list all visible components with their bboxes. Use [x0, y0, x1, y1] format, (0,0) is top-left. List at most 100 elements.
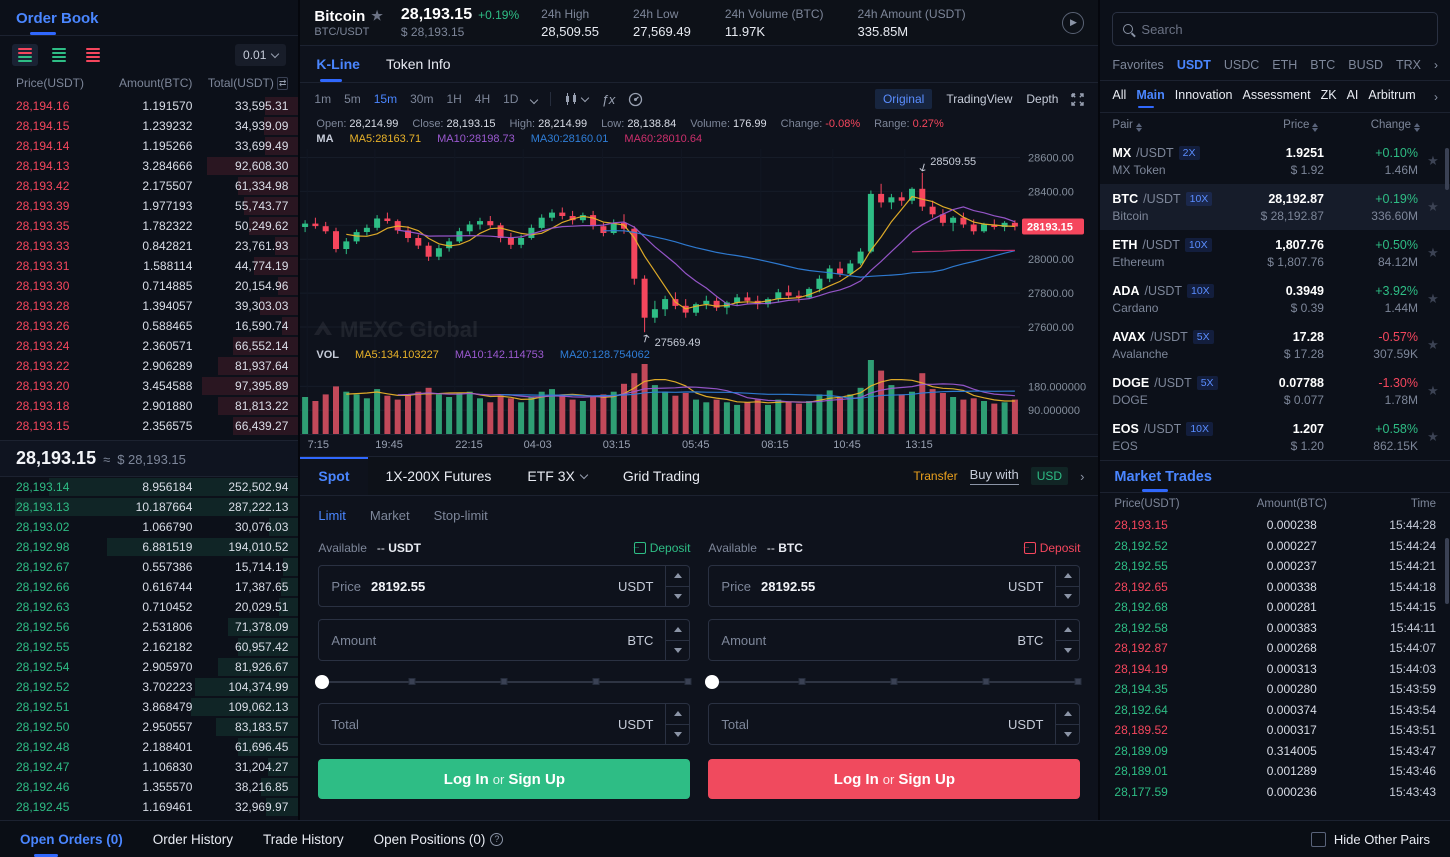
interval-1H[interactable]: 1H [446, 92, 461, 106]
interval-1m[interactable]: 1m [314, 92, 331, 106]
market-trades-title[interactable]: Market Trades [1114, 469, 1212, 492]
sell-amount-input[interactable] [776, 633, 1007, 648]
buy-with-link[interactable]: Buy with [970, 467, 1019, 485]
category-tab-ai[interactable]: AI [1347, 88, 1359, 105]
depth-view-asks-icon[interactable] [80, 44, 106, 66]
hide-other-pairs-checkbox[interactable] [1311, 832, 1326, 847]
trade-tab-spot[interactable]: Spot [300, 457, 367, 495]
currency-chip[interactable]: USD [1031, 467, 1068, 485]
order-book-row[interactable]: 28,193.152.35657566,439.27 [0, 416, 298, 436]
order-book-row[interactable]: 28,192.513.868479109,062.13 [0, 697, 298, 717]
order-book-row[interactable]: 28,194.133.28466692,608.30 [0, 156, 298, 176]
order-book-row[interactable]: 28,193.351.78232250,249.62 [0, 216, 298, 236]
quote-tab-usdc[interactable]: USDC [1224, 58, 1259, 72]
interval-5m[interactable]: 5m [344, 92, 361, 106]
deposit-link[interactable]: Deposit [634, 541, 691, 555]
order-book-row[interactable]: 28,193.391.97719355,743.77 [0, 196, 298, 216]
pair-row-mx[interactable]: MX/USDT2XMX Token1.9251$ 1.92+0.10%1.46M… [1100, 138, 1450, 184]
bottom-tab-open-positions-0[interactable]: Open Positions (0)? [374, 821, 504, 857]
favorite-star-icon[interactable]: ★ [1422, 291, 1444, 307]
search-input[interactable] [1141, 22, 1427, 37]
pairs-scrollbar[interactable] [1445, 148, 1449, 190]
order-book-row[interactable]: 28,192.461.35557038,216.85 [0, 777, 298, 797]
sort-change[interactable]: Change [1326, 119, 1438, 132]
favorite-star-icon[interactable]: ★ [1422, 337, 1444, 353]
interval-4H[interactable]: 4H [475, 92, 490, 106]
interval-30m[interactable]: 30m [410, 92, 433, 106]
buy-total-input[interactable] [369, 717, 608, 732]
chevron-right-icon[interactable]: › [1080, 469, 1084, 484]
deposit-link[interactable]: Deposit [1024, 541, 1081, 555]
quote-tabs-more-icon[interactable]: › [1434, 58, 1438, 72]
favorite-star-icon[interactable]: ★ [1422, 429, 1444, 445]
order-book-row[interactable]: 28,193.300.71488520,154.96 [0, 276, 298, 296]
order-book-row[interactable]: 28,193.242.36057166,552.14 [0, 336, 298, 356]
order-book-row[interactable]: 28,192.630.71045220,029.51 [0, 597, 298, 617]
favorite-star-icon[interactable]: ★ [1422, 383, 1444, 399]
sell-login-signup-button[interactable]: Log InorSign Up [708, 759, 1080, 799]
bottom-tab-trade-history[interactable]: Trade History [263, 821, 344, 857]
category-tabs-more-icon[interactable]: › [1434, 90, 1438, 104]
interval-15m[interactable]: 15m [374, 92, 397, 106]
trade-tab-1x-200x-futures[interactable]: 1X-200X Futures [368, 457, 510, 495]
category-tab-innovation[interactable]: Innovation [1175, 88, 1233, 105]
bottom-tab-order-history[interactable]: Order History [153, 821, 233, 857]
precision-dropdown[interactable]: 0.01 [235, 44, 286, 66]
order-book-row[interactable]: 28,192.670.55738615,714.19 [0, 557, 298, 577]
view-mode-depth[interactable]: Depth [1026, 92, 1058, 106]
view-mode-original[interactable]: Original [875, 89, 932, 109]
slider-knob[interactable] [705, 675, 719, 689]
indicators-fx-icon[interactable]: ƒx [601, 92, 615, 107]
quote-tab-usdt[interactable]: USDT [1177, 58, 1211, 72]
order-book-row[interactable]: 28,193.222.90628981,937.64 [0, 356, 298, 376]
quote-tab-trx[interactable]: TRX [1396, 58, 1421, 72]
buy-login-signup-button[interactable]: Log InorSign Up [318, 759, 690, 799]
order-book-title[interactable]: Order Book [16, 10, 99, 35]
trade-tab-etf-3x[interactable]: ETF 3X [509, 457, 604, 495]
trades-scrollbar[interactable] [1445, 538, 1449, 604]
order-book-row[interactable]: 28,192.471.10683031,204.27 [0, 757, 298, 777]
slider-knob[interactable] [315, 675, 329, 689]
quote-tab-busd[interactable]: BUSD [1348, 58, 1383, 72]
quote-tab-eth[interactable]: ETH [1272, 58, 1297, 72]
order-book-row[interactable]: 28,192.552.16218260,957.42 [0, 637, 298, 657]
order-book-row[interactable]: 28,194.151.23923234,939.09 [0, 116, 298, 136]
order-type-market[interactable]: Market [370, 508, 410, 523]
buy-price-input[interactable] [371, 579, 608, 594]
sell-total-input[interactable] [759, 717, 998, 732]
favorite-star-icon[interactable]: ★ [1422, 245, 1444, 261]
bottom-tab-open-orders-0[interactable]: Open Orders (0) [20, 821, 123, 857]
category-tab-arbitrum[interactable]: Arbitrum [1368, 88, 1415, 105]
interval-1D[interactable]: 1D [503, 92, 518, 106]
pair-row-btc[interactable]: BTC/USDT10XBitcoin28,192.87$ 28,192.87+0… [1100, 184, 1450, 230]
order-book-row[interactable]: 28,192.660.61674417,387.65 [0, 577, 298, 597]
order-book-row[interactable]: 28,192.542.90597081,926.67 [0, 657, 298, 677]
favorite-star-icon[interactable]: ★ [1422, 199, 1444, 215]
pair-row-doge[interactable]: DOGE/USDT5XDOGE0.07788$ 0.077-1.30%1.78M… [1100, 368, 1450, 414]
view-mode-tradingview[interactable]: TradingView [946, 92, 1012, 106]
order-book-row[interactable]: 28,193.1310.187664287,222.13 [0, 497, 298, 517]
interval-more-chevron-icon[interactable] [530, 96, 538, 104]
order-book-row[interactable]: 28,194.161.19157033,595.31 [0, 96, 298, 116]
pair-row-avax[interactable]: AVAX/USDT5XAvalanche17.28$ 17.28-0.57%30… [1100, 322, 1450, 368]
fullscreen-icon[interactable] [1071, 93, 1084, 106]
order-book-row[interactable]: 28,193.260.58846516,590.74 [0, 316, 298, 336]
chart-tab-token-info[interactable]: Token Info [386, 46, 451, 82]
order-book-row[interactable]: 28,193.021.06679030,076.03 [0, 517, 298, 537]
order-book-row[interactable]: 28,192.502.95055783,183.57 [0, 717, 298, 737]
order-book-row[interactable]: 28,193.311.58811444,774.19 [0, 256, 298, 276]
swap-total-icon[interactable]: ⇄ [277, 77, 289, 90]
order-book-row[interactable]: 28,193.330.84282123,761.93 [0, 236, 298, 256]
price-stepper[interactable] [666, 565, 690, 607]
price-stepper[interactable] [1056, 565, 1080, 607]
depth-view-bids-icon[interactable] [46, 44, 72, 66]
pair-row-ada[interactable]: ADA/USDT10XCardano0.3949$ 0.39+3.92%1.44… [1100, 276, 1450, 322]
favorite-star-icon[interactable]: ★ [371, 8, 383, 24]
order-type-limit[interactable]: Limit [318, 508, 345, 523]
pair-row-eos[interactable]: EOS/USDT10XEOS1.207$ 1.20+0.58%862.15K★ [1100, 414, 1450, 460]
category-tab-all[interactable]: All [1112, 88, 1126, 105]
sell-price-input[interactable] [761, 579, 998, 594]
trade-tab-grid-trading[interactable]: Grid Trading [605, 457, 718, 495]
kline-chart[interactable]: MEXC Global28600.0028400.0028200.0028000… [300, 149, 1098, 434]
order-book-row[interactable]: 28,192.451.16946132,969.97 [0, 797, 298, 817]
